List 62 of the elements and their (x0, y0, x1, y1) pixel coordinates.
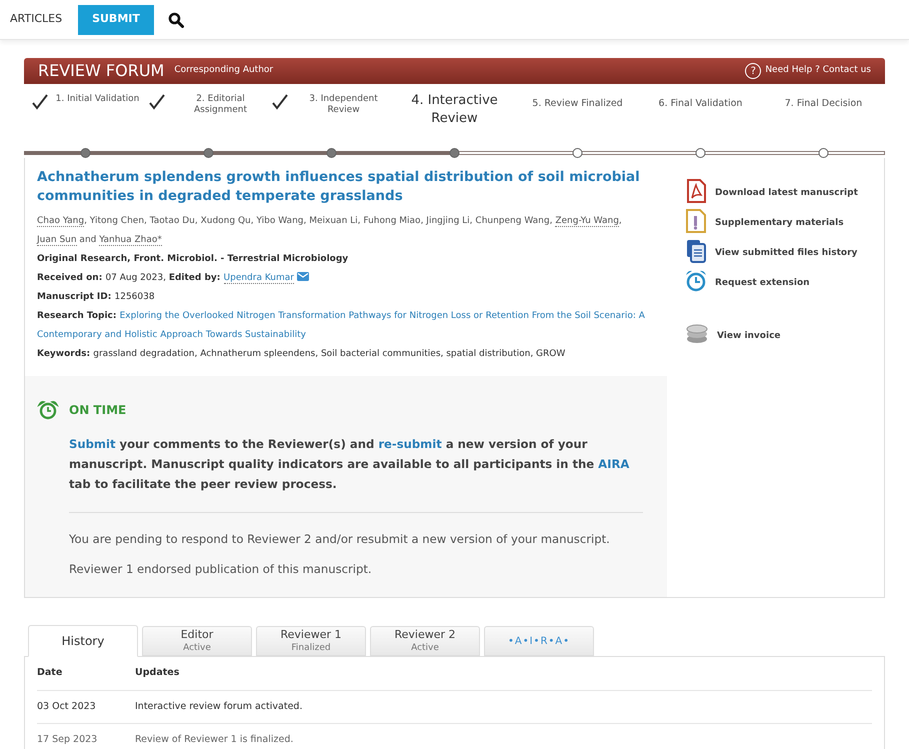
status-note: Reviewer 1 endorsed publication of this manuscript. (69, 561, 373, 578)
document-icon (685, 209, 707, 233)
received-line: Received on: 07 Aug 2023, Edited by: Upendra Kumar (37, 269, 655, 288)
coins-icon (685, 324, 709, 344)
mail-icon[interactable] (296, 272, 309, 281)
step-label: 4. Interactive Review (410, 92, 499, 128)
tab[interactable]: Reviewer 2 Active (370, 626, 480, 656)
status-note: You are pending to respond to Reviewer 2 and/or resubmit a new version of your manuscript. (69, 531, 611, 548)
inline-link[interactable]: re-submit (378, 437, 442, 451)
tab[interactable]: History (28, 625, 138, 657)
forum-title: REVIEW FORUM (38, 60, 164, 82)
table-cell-text: Interactive review forum activated. (135, 700, 302, 714)
action-link[interactable]: Supplementary materials (715, 217, 844, 231)
pdf-file-icon (685, 179, 707, 203)
research-topic: Research Topic: Exploring the Overlooked Nitrogen Transformation Pathways for Nitrogen Loss or Retention From the Soil Scenario: A Contemporary and Holistic Approach Towards Sustainability (37, 310, 646, 342)
author-name[interactable]: Jingjing Li (426, 216, 470, 226)
action-link[interactable]: Request extension (715, 277, 810, 291)
article-type: Original Research, Front. Microbiol. - Terrestrial Microbiology (37, 253, 350, 266)
author-name[interactable]: Yitong Chen (90, 216, 144, 226)
author-link[interactable]: Zeng-Yu Wang (555, 216, 619, 227)
status-message: Submit your comments to the Reviewer(s) and re-submit a new version of your manuscript. Manuscript quality indicators are available to all participants in the AIRA tab to facilitate the peer review process. (69, 434, 643, 513)
table-cell-text: 03 Oct 2023 (37, 700, 97, 714)
step-label: 7. Final Decision (784, 98, 862, 109)
manuscript-id: Manuscript ID: 1256038 (37, 291, 156, 304)
step-label: 6. Final Validation (658, 98, 742, 109)
author-name[interactable]: Fuhong Miao (363, 216, 421, 226)
author-name[interactable]: Meixuan Li (309, 216, 358, 226)
author-name[interactable]: Xudong Qu (200, 216, 251, 226)
column-header: Date (37, 666, 64, 680)
table-cell-text: Review of Reviewer 1 is finalized. (135, 732, 294, 747)
keywords-line: Keywords: grassland degradation, Achnatherum spleendens, Soil bacterial communities, spatial distribution, GROW (37, 348, 566, 361)
author-link[interactable]: Juan Sun (37, 235, 77, 246)
action-link[interactable]: View invoice (717, 330, 781, 344)
role-label: Corresponding Author (174, 64, 274, 78)
editor-link[interactable]: Upendra Kumar (224, 273, 294, 284)
author-link[interactable]: Yanhua Zhao* (99, 235, 162, 246)
step-label: 3. Independent Review (308, 94, 379, 116)
author-list: Chao Yang, Yitong Chen, Taotao Du, Xudong Qu, Yibo Wang, Meixuan Li, Fuhong Miao, Jingjing Li, Chunpeng Wang, Zeng-Yu Wang, Juan Sun and Yanhua Zhao* (37, 212, 655, 250)
files-icon (685, 239, 707, 263)
column-header: Updates (135, 666, 180, 680)
tab[interactable]: Reviewer 1 Finalized (256, 626, 366, 656)
action-link[interactable]: View submitted files history (715, 247, 858, 261)
author-name[interactable]: Chunpeng Wang (475, 216, 550, 226)
help-icon[interactable]: ? (745, 63, 762, 79)
inline-link[interactable]: AIRA (598, 457, 630, 471)
step-label: 2. Editorial Assignment (193, 94, 248, 116)
inline-link[interactable]: Submit (69, 437, 116, 451)
article-title[interactable]: Achnatherum splendens growth influences spatial distribution of soil microbial communities in degraded temperate grasslands (37, 168, 655, 206)
author-link[interactable]: Chao Yang (37, 216, 84, 227)
table-cell-text: 17 Sep 2023 (37, 732, 98, 747)
nav-link[interactable]: ARTICLES (8, 4, 64, 34)
alarm-clock-icon (37, 400, 59, 420)
step-label: 1. Initial Validation (56, 94, 140, 105)
author-name[interactable]: Yibo Wang (256, 216, 304, 226)
status-label: ON TIME (69, 402, 126, 419)
search-icon[interactable] (168, 12, 184, 28)
step-label: 5. Review Finalized (532, 98, 623, 109)
tab[interactable]: Editor Active (142, 626, 252, 656)
action-link[interactable]: Download latest manuscript (715, 187, 858, 201)
help-link[interactable]: Need Help ? Contact us (765, 64, 871, 78)
author-name[interactable]: Taotao Du (150, 216, 195, 226)
alarm-clock-icon (685, 269, 707, 293)
